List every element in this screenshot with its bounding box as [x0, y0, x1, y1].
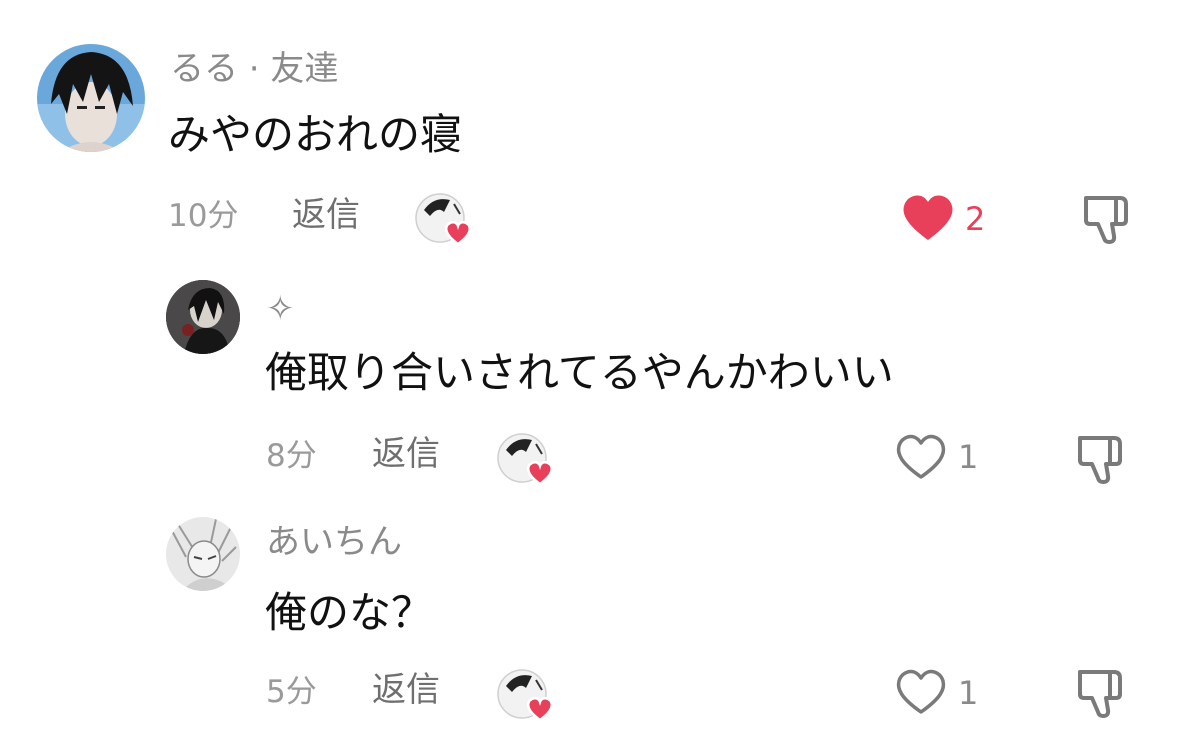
creator-liked-badge — [496, 666, 554, 722]
comment-text: 俺取り合いされてるやんかわいい — [265, 348, 894, 397]
thumbs-down-icon — [1078, 436, 1122, 484]
comment-username[interactable]: あいちん — [266, 525, 402, 559]
dislike-button[interactable] — [1080, 192, 1134, 246]
like-button[interactable] — [893, 668, 949, 716]
comment-item: ✧ 俺取り合いされてるやんかわいい 8分 返信 1 — [0, 260, 1179, 500]
creator-avatar-heart-icon — [497, 669, 554, 722]
comment-text: みやのおれの寝 — [168, 110, 463, 159]
user-avatar-icon — [166, 280, 240, 354]
avatar[interactable] — [166, 517, 240, 591]
heart-filled-icon — [903, 195, 953, 240]
heart-outline-icon — [896, 669, 946, 714]
comment-text: 俺のな？ — [265, 588, 434, 637]
comment-item: るる · 友達 みやのおれの寝 10分 返信 2 — [0, 0, 1179, 260]
comment-username[interactable]: ✧ — [266, 292, 295, 326]
user-avatar-icon — [37, 44, 145, 152]
avatar[interactable] — [37, 44, 145, 152]
dislike-button[interactable] — [1074, 666, 1128, 720]
user-avatar-icon — [166, 517, 240, 591]
like-count: 2 — [965, 200, 986, 238]
comment-item: あいちん 俺のな？ 5分 返信 1 — [0, 500, 1179, 730]
creator-liked-badge — [414, 190, 472, 246]
thumbs-down-icon — [1084, 196, 1128, 244]
comment-timestamp: 8分 — [266, 438, 317, 474]
thumbs-down-icon — [1078, 670, 1122, 718]
comment-timestamp: 5分 — [266, 674, 317, 710]
like-button[interactable] — [900, 194, 956, 242]
reply-button[interactable]: 返信 — [372, 673, 440, 707]
creator-avatar-heart-icon — [415, 193, 472, 246]
dislike-button[interactable] — [1074, 432, 1128, 486]
like-button[interactable] — [893, 433, 949, 481]
comment-timestamp: 10分 — [168, 198, 239, 234]
creator-avatar-heart-icon — [497, 433, 554, 486]
comment-username[interactable]: るる · 友達 — [170, 52, 338, 86]
like-count: 1 — [958, 674, 979, 712]
creator-liked-badge — [496, 430, 554, 486]
like-count: 1 — [958, 438, 979, 476]
avatar[interactable] — [166, 280, 240, 354]
heart-outline-icon — [896, 434, 946, 479]
reply-button[interactable]: 返信 — [292, 198, 360, 232]
reply-button[interactable]: 返信 — [372, 437, 440, 471]
